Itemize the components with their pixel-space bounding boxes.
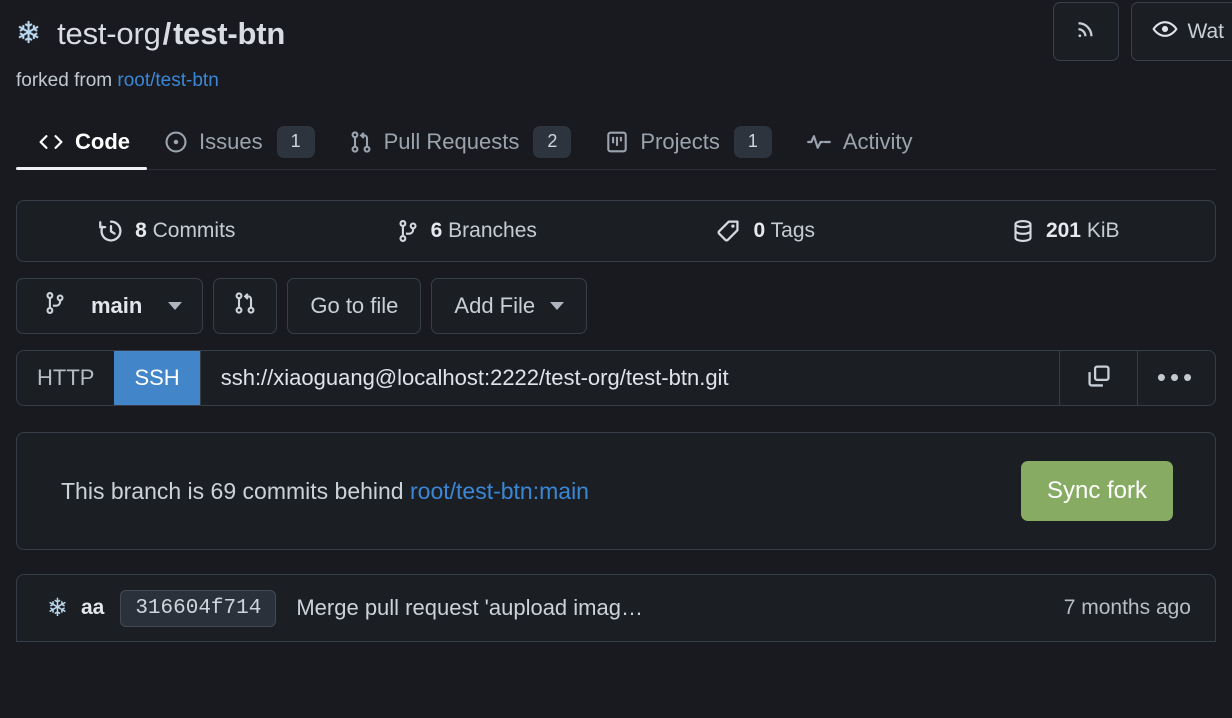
repository-page: ❄ test-org/test-btn Wat forked from root… <box>0 0 1232 718</box>
commit-timestamp: 7 months ago <box>1063 596 1191 619</box>
fork-notice: forked from root/test-btn <box>16 70 1216 92</box>
git-branch-icon <box>396 218 420 244</box>
stat-size-value: 201 <box>1045 219 1081 242</box>
commit-author[interactable]: aa <box>81 596 104 620</box>
stat-size: 201 KiB <box>916 218 1216 244</box>
sync-fork-button[interactable]: Sync fork <box>1020 461 1173 521</box>
repo-owner-link[interactable]: test-org <box>57 16 161 51</box>
stat-branches-value: 6 <box>430 219 443 242</box>
clone-http-label: HTTP <box>37 365 95 390</box>
clone-url-input[interactable]: ssh://xiaoguang@localhost:2222/test-org/… <box>199 351 1059 405</box>
clone-more-menu-button[interactable]: ••• <box>1137 351 1215 405</box>
commit-message[interactable]: Merge pull request 'aupload imag… <box>296 595 1063 621</box>
fork-source-link[interactable]: root/test-btn <box>117 70 218 91</box>
snowflake-icon: ❄ <box>16 17 42 50</box>
page-title: test-org/test-btn <box>57 16 285 52</box>
git-pull-request-icon <box>233 290 257 322</box>
tab-issues-badge: 1 <box>276 125 315 158</box>
repo-stats-bar: 8 Commits 6 Branches 0 Tags 201 KiB <box>16 200 1216 262</box>
tab-issues-label: Issues <box>199 128 263 154</box>
issue-opened-icon <box>164 130 188 154</box>
stat-tags[interactable]: 0 Tags <box>616 218 916 244</box>
latest-commit-row: ❄ aa 316604f714 Merge pull request 'aupl… <box>16 574 1216 642</box>
stat-commits-value: 8 <box>135 219 147 242</box>
tab-projects-label: Projects <box>640 128 720 154</box>
project-board-icon <box>605 130 629 154</box>
clone-url-value: ssh://xiaoguang@localhost:2222/test-org/… <box>220 365 729 390</box>
upstream-branch-link[interactable]: root/test-btn:main <box>410 478 589 504</box>
fork-notice-prefix: forked from <box>16 70 113 91</box>
stat-size-label: KiB <box>1086 219 1120 242</box>
clone-protocol-ssh[interactable]: SSH <box>114 351 200 405</box>
git-pull-request-icon <box>349 130 373 154</box>
header-actions: Wat <box>1053 2 1232 61</box>
stat-commits[interactable]: 8 Commits <box>17 218 317 244</box>
code-icon <box>38 131 64 153</box>
eye-icon <box>1152 16 1179 48</box>
clone-bar: HTTP SSH ssh://xiaoguang@localhost:2222/… <box>16 350 1216 406</box>
snowflake-icon: ❄ <box>47 594 68 622</box>
title-separator: / <box>162 16 172 51</box>
sync-fork-message-text: This branch is 69 commits behind <box>61 477 404 504</box>
tab-activity-label: Activity <box>842 128 913 154</box>
stat-branches-label: Branches <box>448 219 537 242</box>
history-clock-icon <box>98 218 124 244</box>
copy-icon <box>1086 363 1112 394</box>
tab-issues[interactable]: Issues 1 <box>147 114 332 169</box>
go-to-file-label: Go to file <box>310 293 399 318</box>
branch-selector[interactable]: main <box>16 278 204 334</box>
add-file-label: Add File <box>454 293 536 318</box>
chevron-down-icon <box>168 302 183 310</box>
clone-protocol-http[interactable]: HTTP <box>17 351 114 405</box>
tab-projects[interactable]: Projects 1 <box>588 114 788 169</box>
tag-icon <box>716 218 742 244</box>
repo-header: ❄ test-org/test-btn <box>16 0 1216 62</box>
repo-tabs: Code Issues 1 Pull Requests 2 Projects 1… <box>16 114 1216 170</box>
tab-activity[interactable]: Activity <box>789 114 930 169</box>
stat-commits-label: Commits <box>152 219 236 242</box>
tab-code-label: Code <box>75 128 130 154</box>
pulse-icon <box>806 130 832 154</box>
sync-fork-banner: This branch is 69 commits behind root/te… <box>16 432 1216 550</box>
git-branch-icon <box>43 290 67 322</box>
sync-fork-message: This branch is 69 commits behind root/te… <box>61 478 589 505</box>
branch-name: main <box>91 293 143 318</box>
watch-label: Wat <box>1187 19 1224 43</box>
tab-pull-requests-label: Pull Requests <box>383 128 520 154</box>
stat-tags-label: Tags <box>770 219 815 242</box>
tab-pull-requests[interactable]: Pull Requests 2 <box>332 114 589 169</box>
pull-request-button[interactable] <box>213 278 278 334</box>
clone-ssh-label: SSH <box>134 365 180 390</box>
repo-toolbar: main Go to file Add File <box>16 278 1216 334</box>
stat-branches[interactable]: 6 Branches <box>317 218 617 244</box>
ellipsis-icon: ••• <box>1156 362 1197 393</box>
tab-code[interactable]: Code <box>16 114 147 170</box>
watch-button[interactable]: Wat <box>1131 2 1232 61</box>
go-to-file-button[interactable]: Go to file <box>287 278 422 334</box>
tab-projects-badge: 1 <box>733 125 772 158</box>
stat-tags-value: 0 <box>753 219 766 242</box>
commit-sha[interactable]: 316604f714 <box>120 589 277 627</box>
rss-icon <box>1074 17 1098 47</box>
database-icon <box>1011 218 1035 244</box>
copy-clone-url-button[interactable] <box>1059 351 1137 405</box>
rss-button[interactable] <box>1053 2 1120 61</box>
chevron-down-icon <box>550 302 565 310</box>
add-file-button[interactable]: Add File <box>431 278 588 334</box>
tab-pull-requests-badge: 2 <box>533 125 572 158</box>
repo-name-link[interactable]: test-btn <box>173 16 285 51</box>
